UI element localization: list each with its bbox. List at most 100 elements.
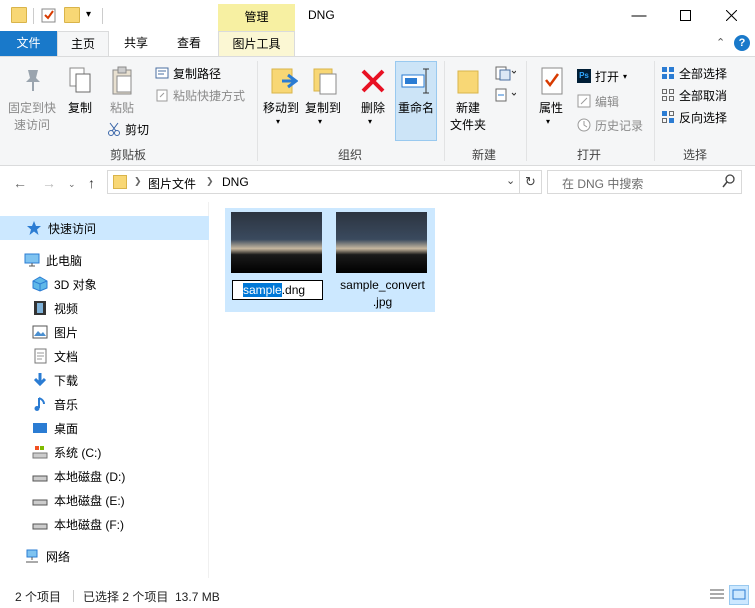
history-button[interactable]: 历史记录 [577, 115, 643, 135]
nav-downloads[interactable]: 下载 [0, 368, 209, 392]
rename-icon [401, 67, 431, 98]
up-arrow-icon[interactable]: ↑ [88, 175, 95, 191]
organize-group-label: 组织 [337, 148, 362, 162]
rename-selected-text: sample [243, 283, 282, 297]
delete-button[interactable]: 删除 [356, 100, 390, 117]
file-item[interactable]: sample.dng [225, 208, 330, 312]
nav-drive-d[interactable]: 本地磁盘 (D:) [0, 464, 209, 488]
maximize-button[interactable] [662, 0, 708, 31]
file-thumbnail [336, 212, 427, 273]
tab-home[interactable]: 主页 [57, 31, 109, 56]
nav-music[interactable]: 音乐 [0, 392, 209, 416]
divider [444, 61, 445, 161]
folder-icon [11, 7, 27, 23]
divider [33, 8, 34, 24]
pin-quick-access-button[interactable]: 固定到快速访问 [6, 100, 58, 134]
paste-button[interactable]: 粘贴 [104, 100, 140, 117]
paste-shortcut-button[interactable]: 粘贴快捷方式 [155, 85, 245, 105]
star-icon [26, 220, 42, 236]
music-note-icon [32, 396, 48, 412]
status-bar: 2 个项目 已选择 2 个项目 13.7 MB [0, 584, 755, 608]
nav-label: 图片 [54, 325, 79, 340]
properties-quick-icon[interactable] [41, 7, 57, 23]
nav-pictures[interactable]: 图片 [0, 320, 209, 344]
cut-button[interactable]: 剪切 [107, 119, 149, 139]
select-all-label: 全部选择 [679, 66, 728, 81]
invert-selection-icon [661, 110, 675, 124]
invert-selection-button[interactable]: 反向选择 [661, 107, 727, 127]
address-bar[interactable]: ❯ 图片文件 ❯ DNG ⌄ [107, 170, 520, 194]
paste-icon [111, 66, 135, 99]
select-all-button[interactable]: 全部选择 [661, 63, 727, 83]
copy-to-button[interactable]: 复制到 [303, 100, 343, 117]
new-group-label: 新建 [471, 148, 496, 162]
copy-button[interactable]: 复制 [64, 100, 96, 117]
hard-drive-icon [32, 468, 48, 484]
properties-button[interactable]: 属性 [534, 100, 568, 117]
nav-this-pc[interactable]: 此电脑 [0, 248, 209, 272]
scissors-icon [107, 122, 121, 136]
clipboard-group-label: 剪贴板 [109, 148, 146, 162]
edit-button[interactable]: 编辑 [577, 91, 619, 111]
back-arrow-icon[interactable]: ← [13, 175, 27, 191]
copy-to-dropdown-icon[interactable]: ▾ [318, 117, 322, 126]
nav-drive-f[interactable]: 本地磁盘 (F:) [0, 512, 209, 536]
new-folder-icon [456, 67, 480, 98]
open-button[interactable]: Ps 打开 ▾ [577, 66, 627, 86]
nav-desktop[interactable]: 桌面 [0, 416, 209, 440]
tab-share[interactable]: 共享 [110, 31, 162, 56]
breadcrumb-pictures[interactable]: 图片文件 [148, 175, 196, 192]
minimize-button[interactable]: — [616, 0, 662, 31]
delete-dropdown-icon[interactable]: ▾ [368, 117, 372, 126]
system-drive-icon [32, 444, 48, 460]
copy-icon [68, 66, 92, 97]
nav-label: 下载 [54, 373, 79, 388]
nav-label: 音乐 [54, 397, 79, 412]
address-dropdown-icon[interactable]: ⌄ [506, 174, 515, 187]
open-group-label: 打开 [576, 148, 601, 162]
new-folder-button[interactable]: 新建 文件夹 [446, 100, 490, 134]
easy-access-icon[interactable] [494, 87, 517, 106]
rename-input[interactable]: sample.dng [232, 280, 323, 300]
recent-locations-icon[interactable]: ⌄ [68, 179, 76, 190]
help-icon[interactable]: ? [734, 35, 750, 51]
move-to-button[interactable]: 移动到 [261, 100, 301, 117]
new-folder-quick-icon[interactable] [64, 7, 80, 23]
nav-drive-e[interactable]: 本地磁盘 (E:) [0, 488, 209, 512]
close-button[interactable] [708, 0, 754, 31]
nav-drive-c[interactable]: 系统 (C:) [0, 440, 209, 464]
nav-network[interactable]: 网络 [0, 544, 209, 568]
large-icons-view-icon[interactable] [729, 585, 749, 605]
nav-label: 本地磁盘 (E:) [54, 493, 125, 508]
details-view-icon[interactable] [708, 586, 726, 604]
nav-quick-access[interactable]: 快速访问 [0, 216, 209, 240]
forward-arrow-icon[interactable]: → [42, 175, 56, 191]
nav-label: 此电脑 [46, 253, 83, 268]
file-item[interactable]: sample_convert .jpg [330, 208, 435, 312]
nav-3d-objects[interactable]: 3D 对象 [0, 272, 209, 296]
select-group-label: 选择 [682, 148, 707, 162]
tab-manage[interactable]: 管理 [218, 4, 295, 31]
refresh-icon[interactable]: ↻ [520, 170, 542, 194]
search-input[interactable]: 在 DNG 中搜索 [547, 170, 742, 194]
move-to-dropdown-icon[interactable]: ▾ [276, 117, 280, 126]
paste-shortcut-icon [155, 88, 169, 102]
photoshop-icon: Ps [577, 69, 591, 83]
rename-button[interactable]: 重命名 [395, 100, 437, 117]
breadcrumb-dng[interactable]: DNG [222, 175, 249, 189]
picture-icon [32, 324, 48, 340]
select-none-button[interactable]: 全部取消 [661, 85, 727, 105]
copy-path-button[interactable]: 复制路径 [155, 63, 221, 83]
tab-file[interactable]: 文件 [0, 31, 57, 56]
ribbon-tabs: 文件 主页 共享 查看 图片工具 ⌃ ? [0, 31, 755, 56]
tab-picture-tools[interactable]: 图片工具 [218, 31, 295, 56]
quick-access-dropdown-icon[interactable]: ▾ [86, 9, 91, 20]
search-icon[interactable] [722, 173, 736, 192]
tab-view[interactable]: 查看 [163, 31, 215, 56]
properties-dropdown-icon[interactable]: ▾ [546, 117, 550, 126]
new-item-icon[interactable] [494, 65, 517, 84]
collapse-ribbon-icon[interactable]: ⌃ [716, 36, 725, 49]
nav-documents[interactable]: 文档 [0, 344, 209, 368]
nav-videos[interactable]: 视频 [0, 296, 209, 320]
open-dropdown-icon: ▾ [623, 71, 628, 81]
